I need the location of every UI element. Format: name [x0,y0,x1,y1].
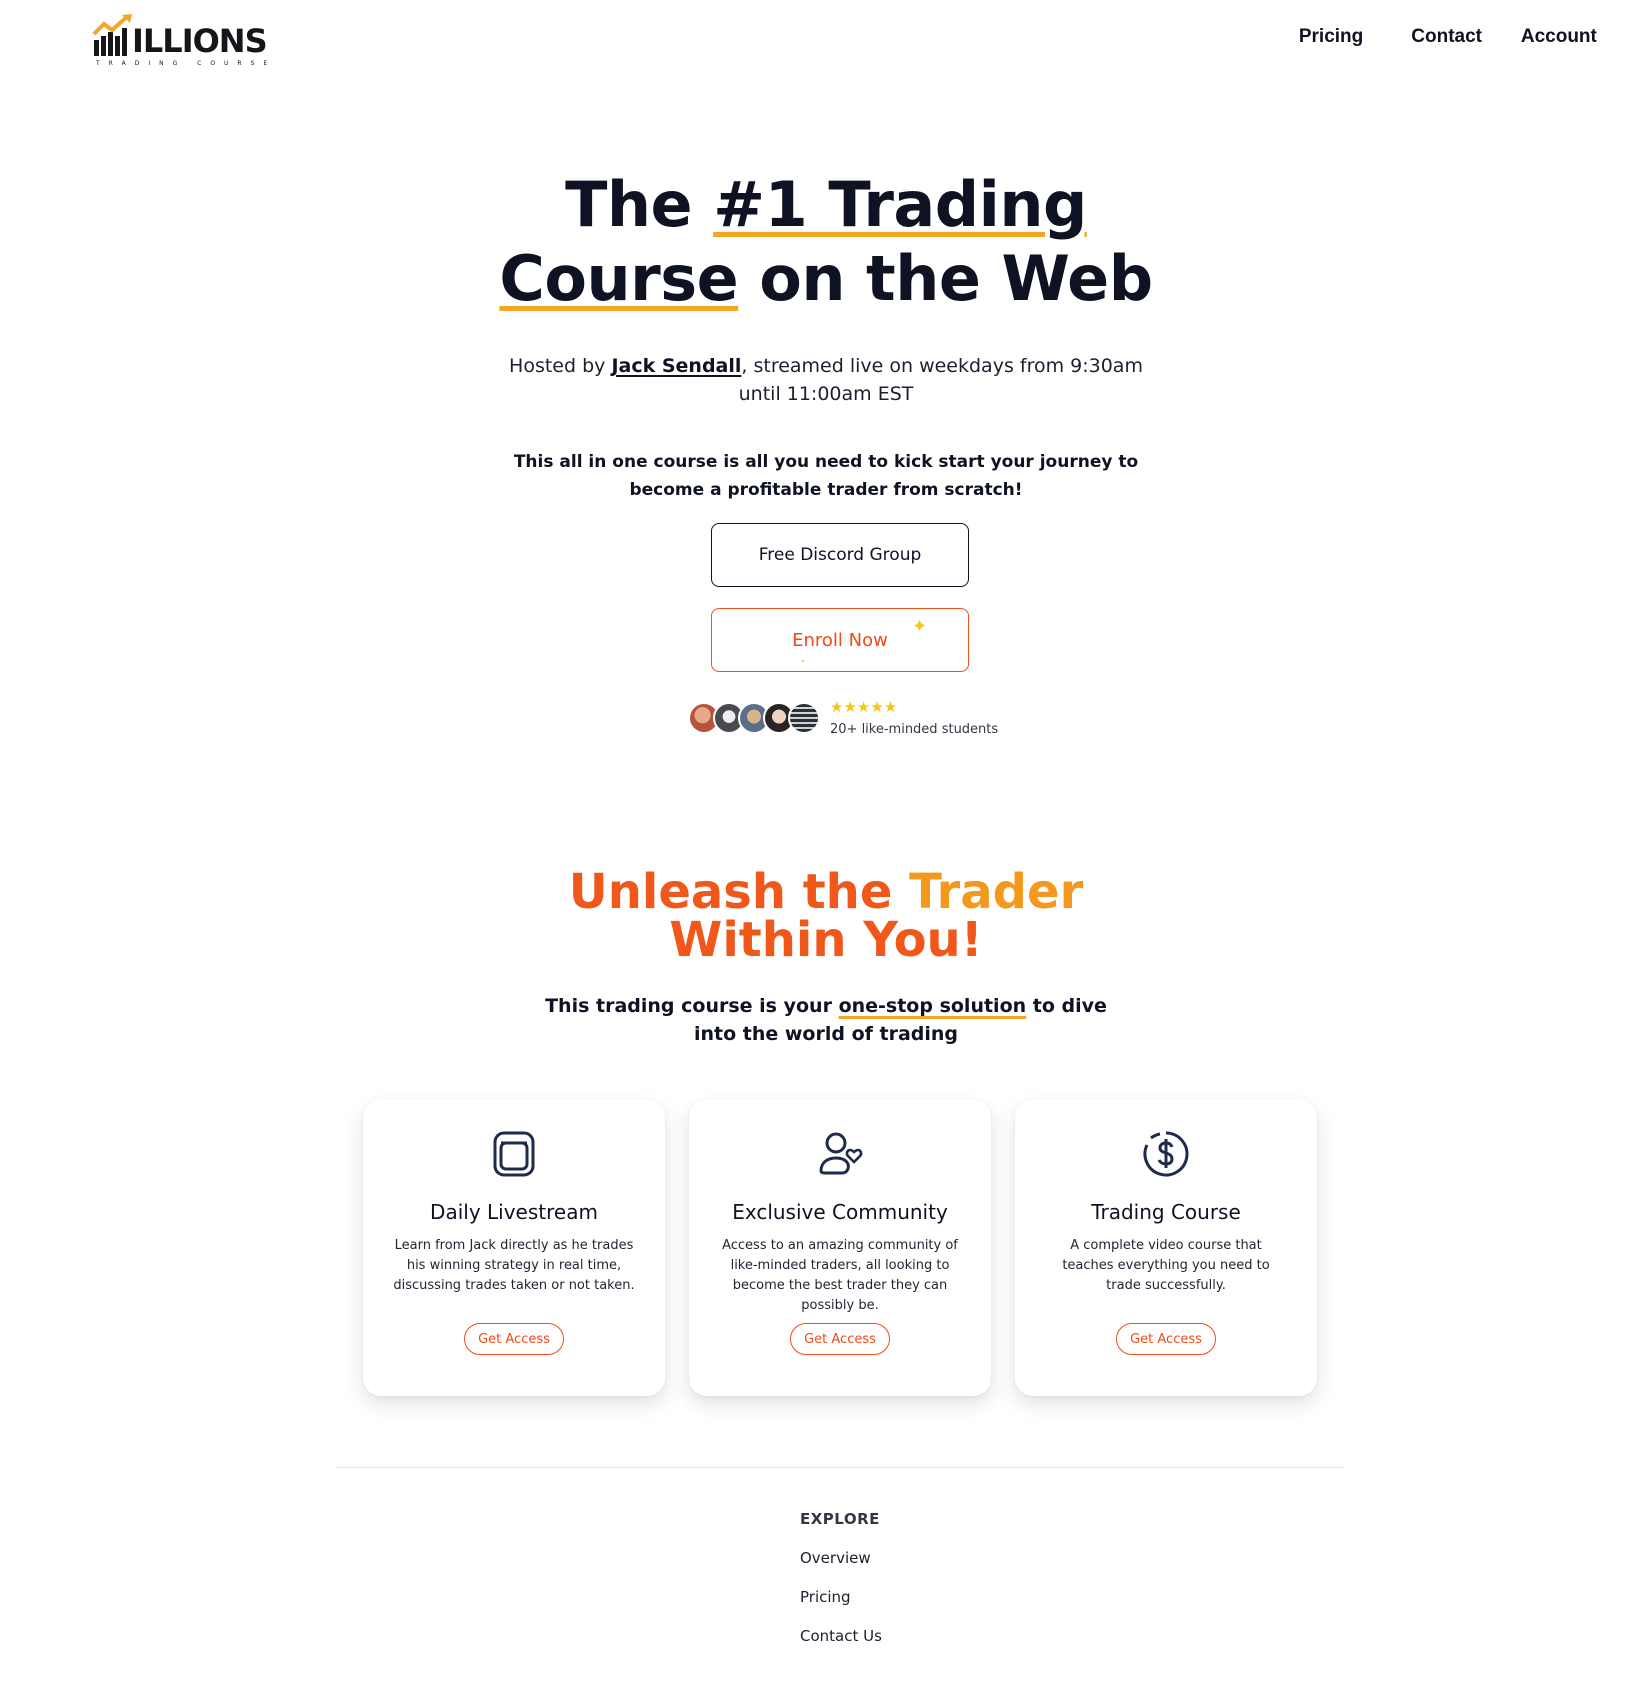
logo-subtitle: TRADING COURSE [96,60,277,67]
footer-link-contact[interactable]: Contact Us [800,1627,882,1645]
hosted-prefix: Hosted by [509,355,612,377]
hero-title: The #1 Trading Course on the Web [0,168,1652,316]
rating-stars-icon: ★★★★★ [830,698,898,716]
hero-title-the: The [565,168,714,241]
hero-pitch: This all in one course is all you need t… [0,448,1652,504]
card-title: Trading Course [1091,1200,1241,1224]
card-title: Daily Livestream [430,1200,598,1224]
footer-link-overview[interactable]: Overview [800,1549,882,1567]
feature-card-course: Trading Course A complete video course t… [1015,1100,1317,1396]
hosted-time: until 11:00am EST [738,383,914,405]
section-title-line-2: Within You! [669,912,983,968]
free-discord-button[interactable]: Free Discord Group [711,523,969,587]
subtitle-prefix: This trading course is your [545,995,839,1017]
logo-wordmark: ILLIONS [132,22,268,60]
card-description: Learn from Jack directly as he trades hi… [393,1238,635,1293]
livestream-icon [493,1131,535,1177]
community-icon [819,1132,863,1175]
pitch-line-2: become a profitable trader from scratch! [629,480,1023,500]
footer-explore: EXPLORE Overview Pricing Contact Us [800,1510,882,1645]
footer-divider [336,1467,1344,1468]
section-subtitle: This trading course is your one-stop sol… [0,992,1652,1048]
nav-contact[interactable]: Contact [1411,26,1482,48]
feature-card-community: Exclusive Community Access to an amazing… [689,1100,991,1396]
site-header: ILLIONS TRADING COURSE Pricing Contact A… [0,0,1652,90]
sparkle-icon: ✦ [912,616,928,637]
card-description: A complete video course that teaches eve… [1062,1238,1270,1293]
footer-link-pricing[interactable]: Pricing [800,1588,882,1606]
get-access-button[interactable]: Get Access [1116,1323,1216,1355]
nav-pricing[interactable]: Pricing [1299,26,1363,48]
hosted-by-text: Hosted by Jack Sendall, streamed live on… [0,352,1652,408]
millions-logo[interactable]: ILLIONS TRADING COURSE [92,12,268,68]
hero-title-highlight-2: Course [499,242,739,315]
nav-account[interactable]: Account [1521,26,1597,48]
subtitle-suffix: to dive [1026,995,1107,1017]
pitch-line-1: This all in one course is all you need t… [513,452,1139,472]
host-name-link[interactable]: Jack Sendall [611,355,741,377]
get-access-button[interactable]: Get Access [790,1323,890,1355]
feature-card-livestream: Daily Livestream Learn from Jack directl… [363,1100,665,1396]
top-nav: Pricing Contact Account [1299,26,1597,48]
sparkle-dot-icon [802,660,804,662]
get-access-button[interactable]: Get Access [464,1323,564,1355]
logo-bars-icon [92,14,132,56]
hero-title-highlight-1: #1 Trading [713,168,1087,241]
subtitle-line-2: into the world of trading [693,1023,959,1045]
footer-heading: EXPLORE [800,1510,880,1528]
card-description: Access to an amazing community of like-m… [722,1238,958,1313]
dollar-icon [1143,1131,1189,1177]
hero-title-rest: on the Web [738,242,1153,315]
subtitle-highlight: one-stop solution [838,995,1027,1017]
avatar [788,702,820,734]
enroll-now-button[interactable]: Enroll Now [711,608,969,672]
hosted-suffix: , streamed live on weekdays from 9:30am [741,355,1143,377]
card-title: Exclusive Community [732,1200,948,1224]
students-count: 20+ like-minded students [830,722,999,737]
section-title: Unleash the Trader Within You! [0,868,1652,964]
